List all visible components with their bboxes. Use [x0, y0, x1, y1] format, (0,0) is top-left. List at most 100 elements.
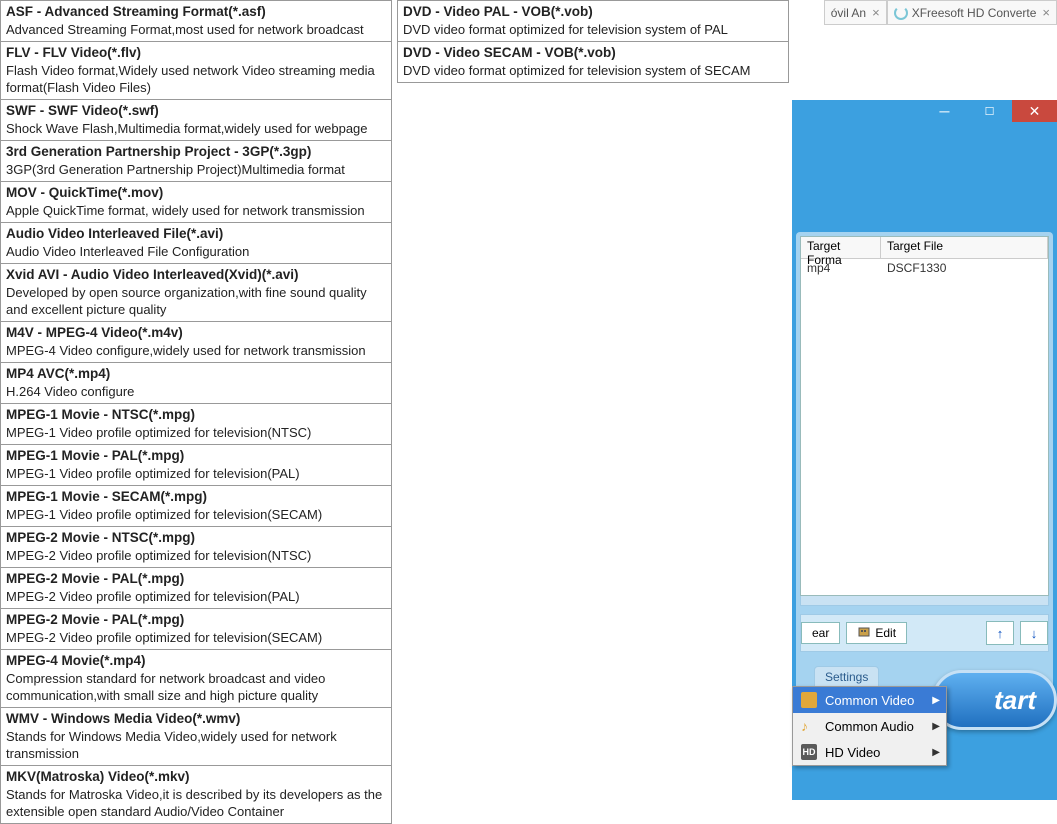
format-desc: Stands for Matroska Video,it is describe… [6, 786, 386, 820]
format-title: MP4 AVC(*.mp4) [6, 365, 386, 383]
format-option[interactable]: Audio Video Interleaved File(*.avi)Audio… [0, 222, 392, 264]
format-option[interactable]: MPEG-2 Movie - NTSC(*.mpg)MPEG-2 Video p… [0, 526, 392, 568]
format-title: MPEG-2 Movie - PAL(*.mpg) [6, 570, 386, 588]
format-desc: Flash Video format,Widely used network V… [6, 62, 386, 96]
format-option[interactable]: MP4 AVC(*.mp4)H.264 Video configure [0, 362, 392, 404]
start-button[interactable]: tart [932, 670, 1057, 730]
settings-tab[interactable]: Settings [814, 666, 879, 687]
arrow-up-icon: ↑ [997, 626, 1004, 641]
format-option[interactable]: M4V - MPEG-4 Video(*.m4v)MPEG-4 Video co… [0, 321, 392, 363]
toolbar: ear Edit ↑ ↓ [800, 614, 1049, 652]
format-title: 3rd Generation Partnership Project - 3GP… [6, 143, 386, 161]
format-option[interactable]: WMV - Windows Media Video(*.wmv)Stands f… [0, 707, 392, 766]
format-desc: Apple QuickTime format, widely used for … [6, 202, 386, 219]
col-target-file[interactable]: Target File [881, 237, 1048, 258]
hd-icon: HD [801, 744, 817, 760]
browser-tab[interactable]: óvil An × [824, 0, 887, 25]
format-option[interactable]: 3rd Generation Partnership Project - 3GP… [0, 140, 392, 182]
format-option[interactable]: MPEG-1 Movie - SECAM(*.mpg)MPEG-1 Video … [0, 485, 392, 527]
close-icon[interactable]: × [872, 5, 880, 20]
format-title: M4V - MPEG-4 Video(*.m4v) [6, 324, 386, 342]
format-title: Audio Video Interleaved File(*.avi) [6, 225, 386, 243]
format-desc: MPEG-1 Video profile optimized for telev… [6, 506, 386, 523]
format-desc: H.264 Video configure [6, 383, 386, 400]
titlebar: ─ ☐ ✕ [792, 100, 1057, 128]
format-title: WMV - Windows Media Video(*.wmv) [6, 710, 386, 728]
col-target-format[interactable]: Target Forma [801, 237, 881, 258]
format-option[interactable]: MPEG-4 Movie(*.mp4)Compression standard … [0, 649, 392, 708]
chevron-right-icon: ▶ [932, 695, 940, 706]
video-icon [801, 692, 817, 708]
format-title: MPEG-2 Movie - PAL(*.mpg) [6, 611, 386, 629]
format-desc: Developed by open source organization,wi… [6, 284, 386, 318]
format-title: FLV - FLV Video(*.flv) [6, 44, 386, 62]
chevron-right-icon: ▶ [932, 747, 940, 758]
tab-label: XFreesoft HD Converte [912, 6, 1037, 20]
format-option[interactable]: DVD - Video PAL - VOB(*.vob)DVD video fo… [397, 0, 789, 42]
format-option[interactable]: MPEG-1 Movie - PAL(*.mpg)MPEG-1 Video pr… [0, 444, 392, 486]
format-title: MPEG-1 Movie - NTSC(*.mpg) [6, 406, 386, 424]
format-title: MPEG-4 Movie(*.mp4) [6, 652, 386, 670]
format-desc: MPEG-2 Video profile optimized for telev… [6, 588, 386, 605]
format-option[interactable]: MOV - QuickTime(*.mov)Apple QuickTime fo… [0, 181, 392, 223]
format-desc: Stands for Windows Media Video,widely us… [6, 728, 386, 762]
arrow-down-icon: ↓ [1031, 626, 1038, 641]
format-title: Xvid AVI - Audio Video Interleaved(Xvid)… [6, 266, 386, 284]
format-title: DVD - Video SECAM - VOB(*.vob) [403, 44, 783, 62]
edit-icon [857, 626, 871, 640]
tab-label: óvil An [831, 6, 866, 20]
format-list-left: ASF - Advanced Streaming Format(*.asf)Ad… [0, 0, 392, 824]
format-option[interactable]: MPEG-1 Movie - NTSC(*.mpg)MPEG-1 Video p… [0, 403, 392, 445]
move-up-button[interactable]: ↑ [986, 621, 1014, 645]
grid-header: Target Forma Target File [801, 237, 1048, 259]
format-title: MOV - QuickTime(*.mov) [6, 184, 386, 202]
format-desc: Shock Wave Flash,Multimedia format,widel… [6, 120, 386, 137]
file-grid: Target Forma Target File mp4 DSCF1330 [800, 236, 1049, 596]
format-list-right: DVD - Video PAL - VOB(*.vob) DVD video fo… [397, 0, 789, 83]
format-title: MPEG-1 Movie - SECAM(*.mpg) [6, 488, 386, 506]
menu-item-hd-video[interactable]: HD HD Video ▶ [793, 739, 946, 765]
format-option[interactable]: MPEG-2 Movie - PAL(*.mpg)MPEG-2 Video pr… [0, 608, 392, 650]
edit-button[interactable]: Edit [846, 622, 907, 644]
format-title: MPEG-2 Movie - NTSC(*.mpg) [6, 529, 386, 547]
format-title: MKV(Matroska) Video(*.mkv) [6, 768, 386, 786]
format-desc: DVD video format optimized for televisio… [403, 62, 783, 79]
format-title: DVD - Video PAL - VOB(*.vob) [403, 3, 783, 21]
cell-file: DSCF1330 [881, 259, 1048, 277]
audio-icon: ♪ [801, 718, 817, 734]
chevron-right-icon: ▶ [932, 721, 940, 732]
format-desc: 3GP(3rd Generation Partnership Project)M… [6, 161, 386, 178]
format-title: ASF - Advanced Streaming Format(*.asf) [6, 3, 386, 21]
close-icon[interactable]: × [1042, 5, 1050, 20]
menu-item-common-video[interactable]: Common Video ▶ [793, 687, 946, 713]
app-icon [894, 6, 908, 20]
format-option[interactable]: MPEG-2 Movie - PAL(*.mpg)MPEG-2 Video pr… [0, 567, 392, 609]
maximize-button[interactable]: ☐ [967, 100, 1012, 122]
format-desc: Advanced Streaming Format,most used for … [6, 21, 386, 38]
format-title: SWF - SWF Video(*.swf) [6, 102, 386, 120]
format-option[interactable]: SWF - SWF Video(*.swf)Shock Wave Flash,M… [0, 99, 392, 141]
format-desc: Compression standard for network broadca… [6, 670, 386, 704]
content-panel: Target Forma Target File mp4 DSCF1330 ea… [796, 232, 1053, 712]
format-option[interactable]: MKV(Matroska) Video(*.mkv)Stands for Mat… [0, 765, 392, 824]
format-desc: MPEG-1 Video profile optimized for telev… [6, 424, 386, 441]
format-option[interactable]: DVD - Video SECAM - VOB(*.vob)DVD video … [397, 41, 789, 83]
format-desc: Audio Video Interleaved File Configurati… [6, 243, 386, 260]
format-option[interactable]: FLV - FLV Video(*.flv)Flash Video format… [0, 41, 392, 100]
close-button[interactable]: ✕ [1012, 100, 1057, 122]
format-option[interactable]: ASF - Advanced Streaming Format(*.asf)Ad… [0, 0, 392, 42]
bottom-controls: Settings Common Video ▶ ♪ Common Audio ▶… [792, 690, 1057, 800]
browser-tab[interactable]: XFreesoft HD Converte × [887, 0, 1057, 25]
browser-tabs: óvil An × XFreesoft HD Converte × [824, 0, 1057, 25]
category-menu: Common Video ▶ ♪ Common Audio ▶ HD HD Vi… [792, 686, 947, 766]
format-desc: MPEG-1 Video profile optimized for telev… [6, 465, 386, 482]
format-desc: MPEG-2 Video profile optimized for telev… [6, 547, 386, 564]
clear-button[interactable]: ear [801, 622, 840, 644]
format-desc: MPEG-2 Video profile optimized for telev… [6, 629, 386, 646]
menu-item-common-audio[interactable]: ♪ Common Audio ▶ [793, 713, 946, 739]
move-down-button[interactable]: ↓ [1020, 621, 1048, 645]
minimize-button[interactable]: ─ [922, 100, 967, 122]
table-row[interactable]: mp4 DSCF1330 [801, 259, 1048, 277]
format-option[interactable]: Xvid AVI - Audio Video Interleaved(Xvid)… [0, 263, 392, 322]
cell-format: mp4 [801, 259, 881, 277]
